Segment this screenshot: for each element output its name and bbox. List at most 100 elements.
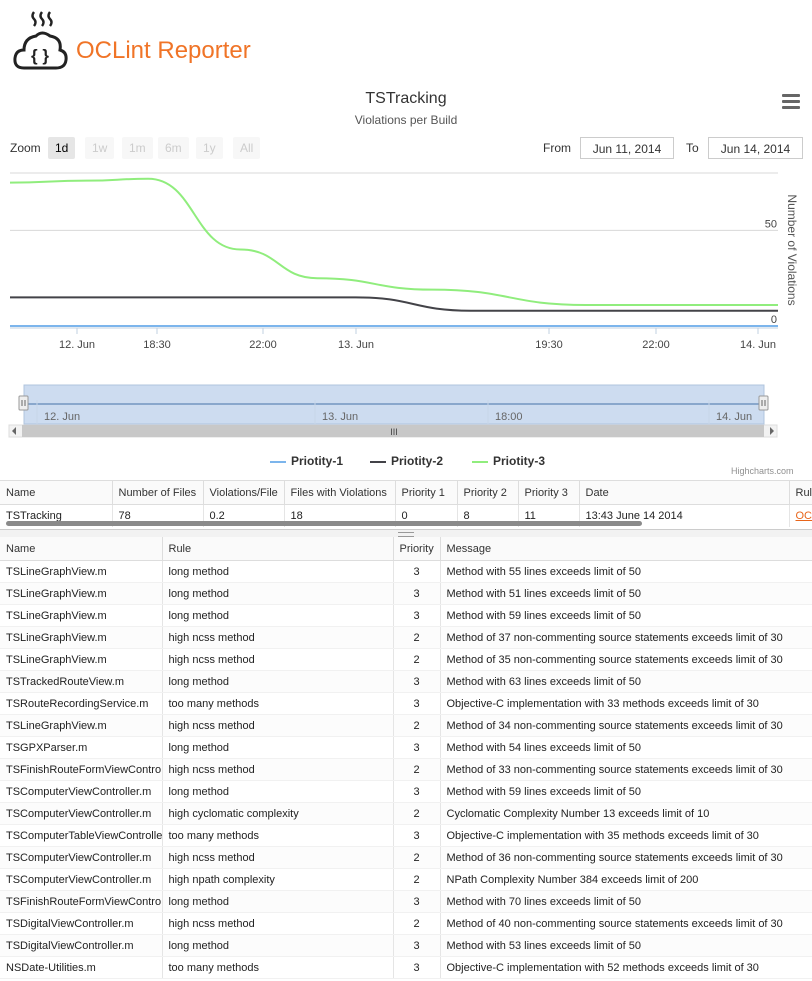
priority-cell: 3 [393,582,441,605]
highcharts-credit-link[interactable]: Highcharts.com [731,466,794,476]
navigator-label: 12. Jun [44,411,80,423]
message-cell: Method of 35 non-commenting source state… [440,648,812,671]
rule-cell: long method [162,604,394,627]
message-cell: Method of 36 non-commenting source state… [440,846,812,869]
message-cell: Cyclomatic Complexity Number 13 exceeds … [440,802,812,825]
summary-column-header[interactable]: Priority 3 [518,481,580,505]
x-tick-label: 22:00 [249,339,277,351]
rule-cell: too many methods [162,824,394,847]
file-name-cell: TSTrackedRouteView.m [0,670,163,693]
x-tick-label: 12. Jun [59,339,95,351]
file-name-cell: TSComputerViewController.m [0,868,163,891]
file-name-cell: TSLineGraphView.m [0,604,163,627]
table-row[interactable]: TSLineGraphView.m high ncss method 2 Method… [0,714,812,737]
summary-column-header[interactable]: Number of Files [112,481,204,505]
priority-cell: 2 [393,758,441,781]
rule-cell: long method [162,560,394,583]
summary-column-header[interactable]: Files with Violations [284,481,396,505]
table-row[interactable]: TSLineGraphView.m long method 3 Method with… [0,604,812,627]
summary-column-header[interactable]: Priority 1 [395,481,458,505]
rule-cell: high ncss method [162,648,394,671]
priority-cell: 2 [393,846,441,869]
legend-label: Priotity-1 [291,454,344,468]
table-row[interactable]: TSTrackedRouteView.m long method 3 Method w… [0,670,812,693]
table-row[interactable]: TSRouteRecordingService.m too many method… [0,692,812,715]
file-name-cell: TSFinishRouteFormViewContro [0,890,163,913]
file-name-cell: TSLineGraphView.m [0,626,163,649]
legend-item-priotity-3[interactable]: Priotity-3 [472,454,545,468]
message-cell: Objective-C implementation with 35 metho… [440,824,812,847]
rule-cell: long method [162,890,394,913]
file-name-cell: TSLineGraphView.m [0,560,163,583]
message-cell: Method of 40 non-commenting source state… [440,912,812,935]
legend-item-priotity-1[interactable]: Priotity-1 [270,454,343,468]
summary-column-header[interactable]: Rul [789,481,812,505]
y-tick-label: 50 [765,218,777,230]
priority-cell: 2 [393,802,441,825]
violations-column-header[interactable]: Rule [162,537,394,561]
message-cell: Method of 34 non-commenting source state… [440,714,812,737]
table-row[interactable]: TSLineGraphView.m long method 3 Method with… [0,582,812,605]
report-link[interactable]: OC [796,510,812,522]
priority-cell: 2 [393,868,441,891]
legend-label: Priotity-3 [493,454,546,468]
rule-cell: long method [162,780,394,803]
violations-column-header[interactable]: Name [0,537,163,561]
legend-swatch [472,460,488,463]
table-row[interactable]: TSFinishRouteFormViewContro high ncss met… [0,758,812,781]
x-tick-label: 13. Jun [338,339,374,351]
navigator-left-handle[interactable] [18,395,29,411]
message-cell: Method of 33 non-commenting source state… [440,758,812,781]
file-name-cell: TSDigitalViewController.m [0,934,163,957]
rule-cell: high ncss method [162,714,394,737]
priority-cell: 3 [393,560,441,583]
priority-cell: 2 [393,626,441,649]
priority-cell: 3 [393,890,441,913]
file-name-cell: TSLineGraphView.m [0,582,163,605]
message-cell: Method with 59 lines exceeds limit of 50 [440,604,812,627]
rule-cell: too many methods [162,692,394,715]
table-row[interactable]: TSLineGraphView.m high ncss method 2 Method… [0,648,812,671]
file-name-cell: TSComputerViewController.m [0,802,163,825]
rule-cell: high ncss method [162,626,394,649]
table-row[interactable]: TSComputerViewController.m high ncss meth… [0,846,812,869]
file-name-cell: NSDate-Utilities.m [0,956,163,979]
priority-cell: 3 [393,780,441,803]
summary-cell: OC [789,504,812,527]
summary-column-header[interactable]: Priority 2 [457,481,519,505]
table-row[interactable]: TSGPXParser.m long method 3 Method with 54 … [0,736,812,759]
legend-label: Priotity-2 [391,454,444,468]
table-row[interactable]: TSDigitalViewController.m high ncss metho… [0,912,812,935]
table-row[interactable]: TSFinishRouteFormViewContro long method 3 M… [0,890,812,913]
legend-item-priotity-2[interactable]: Priotity-2 [370,454,443,468]
priority-cell: 2 [393,912,441,935]
rule-cell: high cyclomatic complexity [162,802,394,825]
violations-column-header[interactable]: Priority [393,537,441,561]
rule-cell: long method [162,934,394,957]
summary-horizontal-scrollbar[interactable] [6,521,642,526]
table-row[interactable]: TSComputerViewController.m high cyclomati… [0,802,812,825]
file-name-cell: TSLineGraphView.m [0,714,163,737]
table-row[interactable]: TSLineGraphView.m high ncss method 2 Method… [0,626,812,649]
table-row[interactable]: TSComputerTableViewControlle too many met… [0,824,812,847]
file-name-cell: TSDigitalViewController.m [0,912,163,935]
table-row[interactable]: TSComputerViewController.m high npath com… [0,868,812,891]
table-row[interactable]: TSDigitalViewController.m long method 3 Met… [0,934,812,957]
priority-cell: 3 [393,736,441,759]
file-name-cell: TSRouteRecordingService.m [0,692,163,715]
summary-column-header[interactable]: Date [579,481,790,505]
rule-cell: high ncss method [162,846,394,869]
message-cell: NPath Complexity Number 384 exceeds limi… [440,868,812,891]
table-row[interactable]: TSLineGraphView.m long method 3 Method with… [0,560,812,583]
x-tick-label: 18:30 [143,339,171,351]
violations-column-header[interactable]: Message [440,537,812,561]
table-row[interactable]: TSComputerViewController.m long method 3 Me… [0,780,812,803]
summary-column-header[interactable]: Violations/File [203,481,285,505]
rule-cell: long method [162,582,394,605]
summary-column-header[interactable]: Name [0,481,113,505]
priority-cell: 3 [393,692,441,715]
navigator-right-handle[interactable] [758,395,769,411]
message-cell: Method with 63 lines exceeds limit of 50 [440,670,812,693]
file-name-cell: TSLineGraphView.m [0,648,163,671]
table-row[interactable]: NSDate-Utilities.m too many methods 3 Objec… [0,956,812,979]
